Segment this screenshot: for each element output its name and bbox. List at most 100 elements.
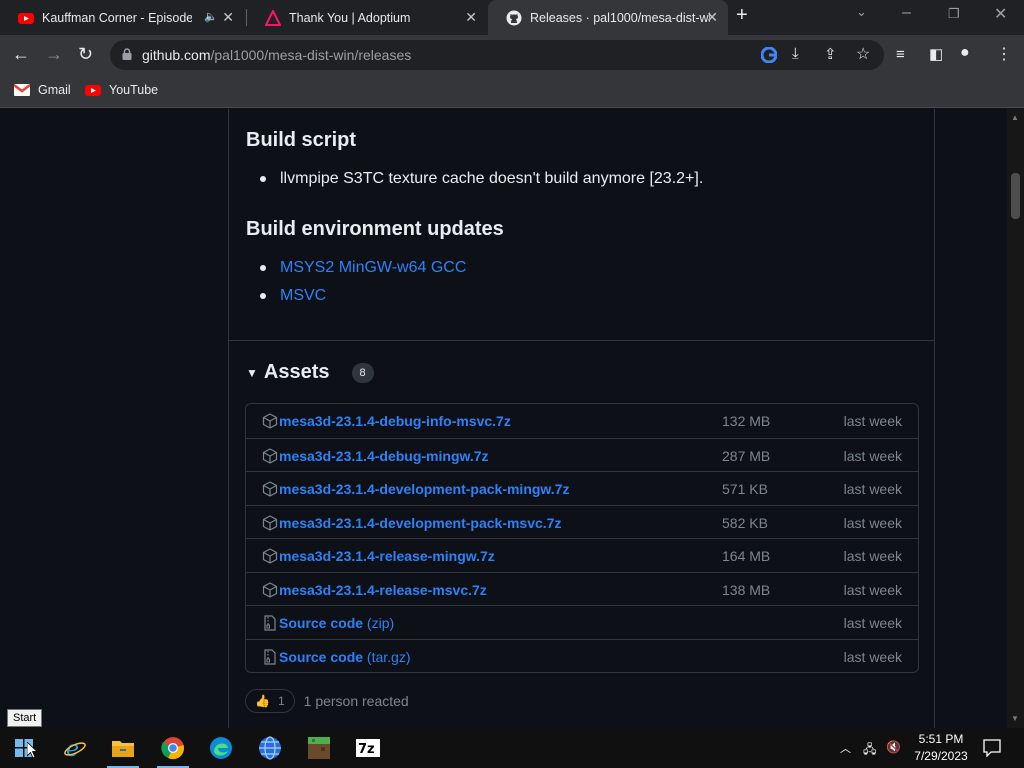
package-icon bbox=[262, 514, 278, 531]
package-icon bbox=[262, 481, 278, 497]
reaction-count: 1 bbox=[277, 694, 285, 708]
asset-link[interactable]: mesa3d-23.1.4-development-pack-msvc.7z bbox=[279, 515, 561, 531]
show-hidden-icons-icon[interactable]: ︿ bbox=[840, 740, 851, 756]
tab-github-releases[interactable]: Releases · pal1000/mesa-dist-win ✕ bbox=[488, 0, 728, 35]
bookmark-label: YouTube bbox=[109, 83, 159, 97]
asset-date: last week bbox=[843, 581, 902, 598]
bookmark-star-icon[interactable]: ☆ bbox=[856, 44, 870, 64]
edge-icon bbox=[210, 737, 232, 759]
scroll-thumb[interactable] bbox=[1011, 173, 1020, 219]
scroll-up-icon[interactable]: ▲ bbox=[1011, 113, 1019, 122]
asset-link[interactable]: mesa3d-23.1.4-debug-mingw.7z bbox=[279, 448, 489, 464]
restore-icon[interactable]: ❐ bbox=[948, 6, 960, 22]
tab-search-icon[interactable]: ⌄ bbox=[856, 4, 867, 20]
address-bar[interactable]: github.com/pal1000/mesa-dist-win/release… bbox=[110, 40, 884, 70]
asset-row: mesa3d-23.1.4-release-mingw.7z 164 MB la… bbox=[246, 538, 918, 572]
asset-date: last week bbox=[843, 447, 902, 464]
bookmark-label: Gmail bbox=[38, 83, 71, 97]
asset-row: Source code (zip) last week bbox=[246, 605, 918, 639]
asset-row: mesa3d-23.1.4-release-msvc.7z 138 MB las… bbox=[246, 571, 918, 606]
install-icon[interactable]: ⤓ bbox=[792, 45, 799, 62]
profile-icon[interactable]: ● bbox=[960, 44, 970, 62]
asset-link[interactable]: mesa3d-23.1.4-release-msvc.7z bbox=[279, 582, 487, 598]
forward-arrow-icon[interactable]: → bbox=[45, 44, 63, 65]
taskbar-internet-explorer[interactable]: e bbox=[51, 728, 99, 768]
asset-date: last week bbox=[843, 548, 902, 564]
asset-row: mesa3d-23.1.4-development-pack-mingw.7z … bbox=[246, 471, 918, 505]
clock-date: 7/29/2023 bbox=[914, 749, 968, 763]
reload-icon[interactable]: ↻ bbox=[78, 44, 93, 65]
folder-icon bbox=[112, 741, 134, 757]
page-scrollbar[interactable]: ▲ ▼ bbox=[1007, 109, 1024, 728]
action-center-icon[interactable] bbox=[983, 739, 1001, 757]
list-item: MSVC bbox=[260, 287, 326, 305]
asset-link[interactable]: mesa3d-23.1.4-development-pack-mingw.7z bbox=[279, 481, 569, 497]
svg-text:7z: 7z bbox=[358, 742, 375, 757]
msys2-link[interactable]: MSYS2 MinGW-w64 GCC bbox=[280, 259, 466, 277]
adoptium-icon bbox=[265, 9, 281, 26]
url-text: github.com/pal1000/mesa-dist-win/release… bbox=[142, 47, 411, 63]
gmail-icon bbox=[14, 84, 30, 96]
tab-youtube[interactable]: Kauffman Corner - Episode 7 🔈 ✕ bbox=[0, 0, 244, 35]
google-lens-icon[interactable] bbox=[761, 47, 777, 63]
side-panel-icon[interactable]: ◧ bbox=[929, 45, 943, 63]
asset-size: 287 MB bbox=[722, 447, 771, 464]
reactions-bar: 👍 1 1 person reacted bbox=[245, 689, 409, 713]
github-icon bbox=[506, 10, 522, 25]
new-tab-icon[interactable]: + bbox=[736, 4, 748, 27]
asset-list: mesa3d-23.1.4-debug-info-msvc.7z 132 MB … bbox=[245, 403, 919, 673]
list-item: llvmpipe S3TC texture cache doesn't buil… bbox=[260, 170, 703, 188]
list-item: MSYS2 MinGW-w64 GCC bbox=[260, 259, 466, 277]
source-code-ext: (tar.gz) bbox=[366, 648, 411, 665]
bookmark-gmail[interactable]: Gmail bbox=[14, 82, 71, 98]
scroll-down-icon[interactable]: ▼ bbox=[1011, 714, 1019, 723]
taskbar-file-explorer[interactable] bbox=[99, 728, 147, 768]
msvc-link[interactable]: MSVC bbox=[280, 287, 326, 305]
section-divider bbox=[228, 340, 935, 341]
close-icon[interactable]: ✕ bbox=[465, 9, 477, 26]
tab-adoptium[interactable]: Thank You | Adoptium ✕ bbox=[247, 0, 487, 35]
package-icon bbox=[262, 581, 278, 598]
close-icon[interactable]: ✕ bbox=[222, 9, 234, 26]
youtube-icon bbox=[85, 85, 101, 96]
asset-size: 132 MB bbox=[722, 413, 771, 429]
close-icon[interactable]: ✕ bbox=[706, 9, 718, 26]
assets-toggle[interactable]: ▼ Assets 8 bbox=[246, 361, 374, 384]
speaker-icon[interactable]: 🔈 bbox=[204, 10, 218, 23]
asset-link[interactable]: mesa3d-23.1.4-release-mingw.7z bbox=[279, 548, 495, 564]
minimize-icon[interactable]: – bbox=[902, 4, 911, 22]
thumbs-up-reaction-button[interactable]: 👍 1 bbox=[245, 689, 295, 713]
source-code-label: Source code bbox=[279, 648, 364, 665]
bullet-dot bbox=[260, 176, 266, 182]
file-zip-icon bbox=[264, 615, 276, 631]
start-tooltip: Start bbox=[7, 709, 43, 727]
source-code-ext: (zip) bbox=[366, 615, 395, 631]
bookmarks-bar: Gmail YouTube bbox=[0, 75, 1024, 108]
close-window-icon[interactable]: ✕ bbox=[994, 4, 1007, 24]
network-icon[interactable]: 🖧 bbox=[863, 740, 876, 761]
share-icon[interactable]: ⇪ bbox=[824, 45, 837, 63]
taskbar-7zip[interactable]: 7z bbox=[344, 728, 392, 768]
asset-row: mesa3d-23.1.4-development-pack-msvc.7z 5… bbox=[246, 504, 918, 539]
page-content: Build script llvmpipe S3TC texture cache… bbox=[0, 109, 1007, 728]
bookmark-youtube[interactable]: YouTube bbox=[85, 82, 158, 98]
taskbar-globe-app[interactable] bbox=[246, 728, 294, 768]
system-clock[interactable]: 5:51 PM 7/29/2023 bbox=[903, 731, 979, 765]
asset-link[interactable]: Source code (zip) bbox=[279, 615, 394, 631]
asset-link[interactable]: Source code (tar.gz) bbox=[279, 649, 411, 665]
start-button[interactable] bbox=[0, 728, 48, 768]
reaction-summary: 1 person reacted bbox=[303, 693, 409, 709]
asset-link[interactable]: mesa3d-23.1.4-debug-info-msvc.7z bbox=[279, 413, 511, 429]
more-menu-icon[interactable]: ⋮ bbox=[996, 44, 1012, 64]
taskbar-minecraft[interactable] bbox=[295, 728, 343, 768]
taskbar-edge[interactable] bbox=[197, 728, 245, 768]
volume-muted-icon[interactable]: 🔇 bbox=[886, 740, 901, 754]
asset-date: last week bbox=[843, 648, 902, 665]
list-item-text: llvmpipe S3TC texture cache doesn't buil… bbox=[280, 170, 704, 187]
back-arrow-icon[interactable]: ← bbox=[12, 44, 30, 65]
assets-count-badge: 8 bbox=[351, 362, 374, 383]
internet-explorer-icon: e bbox=[64, 737, 86, 760]
reading-list-icon[interactable]: ≡ bbox=[896, 46, 905, 63]
chrome-icon bbox=[161, 737, 184, 760]
taskbar-chrome[interactable] bbox=[149, 728, 197, 768]
